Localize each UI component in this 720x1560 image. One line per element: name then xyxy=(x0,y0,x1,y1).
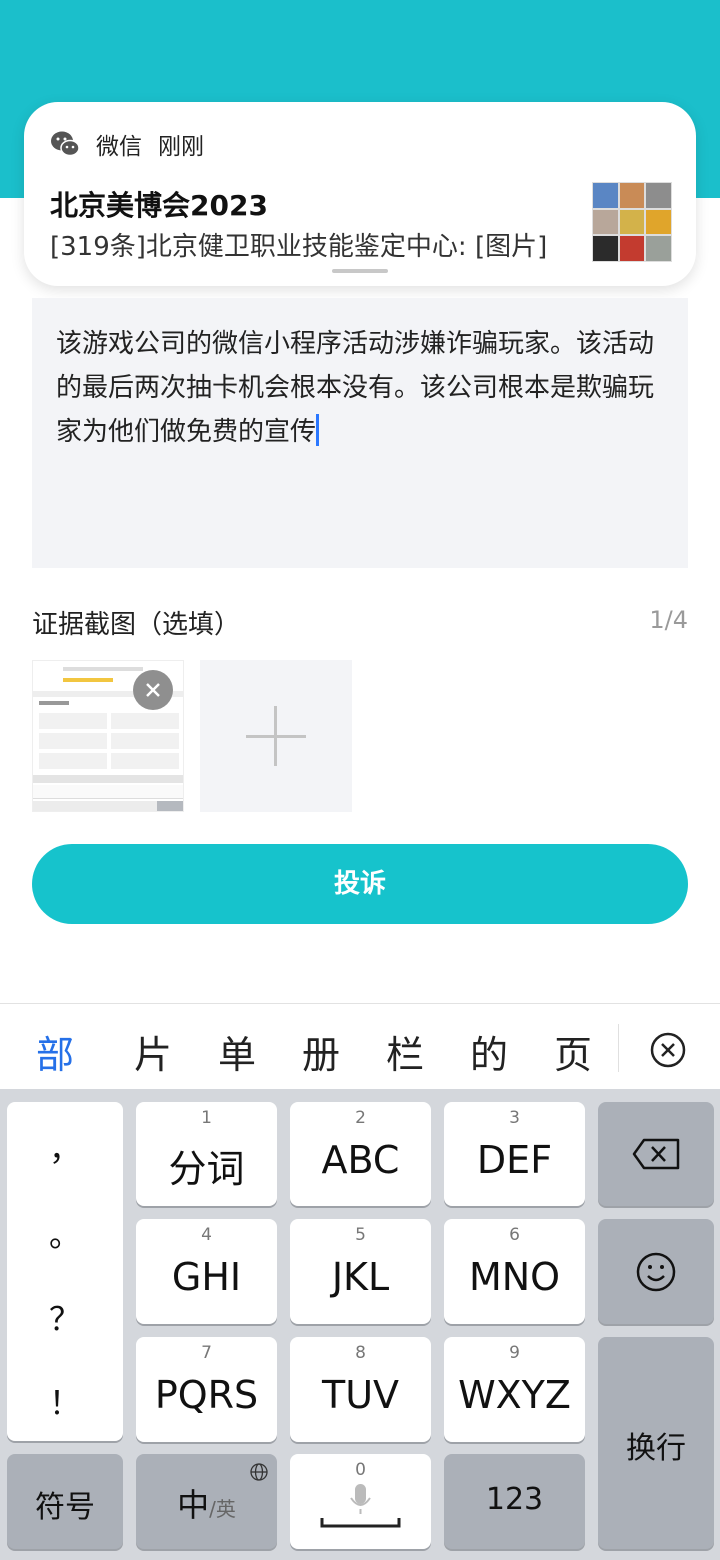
add-screenshot-button[interactable] xyxy=(200,660,352,812)
notification-title: 北京美博会2023 xyxy=(50,189,268,222)
plus-icon-vertical xyxy=(274,706,277,766)
notification-message: [319条]北京健卫职业技能鉴定中心: [图片] xyxy=(50,232,548,262)
complaint-text-area[interactable]: 该游戏公司的微信小程序活动涉嫌诈骗玩家。该活动的最后两次抽卡机会根本没有。该公司… xyxy=(32,298,688,568)
collapse-candidates-icon[interactable] xyxy=(650,1032,686,1068)
key-4[interactable]: 4 GHI xyxy=(136,1219,277,1324)
notification-app-name: 微信 xyxy=(96,134,142,160)
evidence-image-count: 1/4 xyxy=(649,606,688,634)
keyboard: ， 。 ？ ！ 1 分词 2 ABC 3 DEF 4 GHI 5 JKL 6 M… xyxy=(0,1089,720,1560)
enter-key[interactable]: 换行 xyxy=(598,1337,714,1549)
backspace-key[interactable] xyxy=(598,1102,714,1206)
notification-app-row: 微信 刚刚 xyxy=(50,128,204,160)
group-avatar-tile xyxy=(593,236,618,261)
group-avatar-tile xyxy=(619,183,645,208)
lang-main-label: 中 xyxy=(177,1486,210,1524)
punctuation-comma[interactable]: ， xyxy=(7,1124,123,1170)
group-avatar-tile xyxy=(593,209,618,235)
wechat-icon xyxy=(51,131,80,157)
numbers-key[interactable]: 123 xyxy=(444,1454,585,1549)
complaint-text-content: 该游戏公司的微信小程序活动涉嫌诈骗玩家。该活动的最后两次抽卡机会根本没有。该公司… xyxy=(56,329,655,447)
space-key[interactable]: 0 xyxy=(290,1454,431,1549)
key-5[interactable]: 5 JKL xyxy=(290,1219,431,1324)
emoji-key[interactable] xyxy=(598,1219,714,1324)
key-1[interactable]: 1 分词 xyxy=(136,1102,277,1206)
group-avatar-tile xyxy=(646,183,671,208)
close-icon xyxy=(146,683,160,697)
notification-time: 刚刚 xyxy=(158,134,204,160)
smiley-icon xyxy=(636,1252,676,1292)
punctuation-period[interactable]: 。 xyxy=(7,1210,123,1256)
evidence-screenshot-label: 证据截图（选填） xyxy=(32,610,241,640)
backspace-icon xyxy=(632,1138,680,1170)
microphone-icon xyxy=(320,1484,401,1528)
group-avatar-tile xyxy=(619,209,645,235)
language-switch-key[interactable]: 中/英 xyxy=(136,1454,277,1549)
candidate-divider xyxy=(618,1024,619,1072)
group-avatar-tile xyxy=(593,183,618,208)
key-8[interactable]: 8 TUV xyxy=(290,1337,431,1442)
punctuation-question[interactable]: ？ xyxy=(7,1294,123,1340)
candidate-word[interactable]: 的 xyxy=(470,1024,508,1079)
globe-icon xyxy=(250,1463,268,1481)
candidate-word[interactable]: 部 xyxy=(36,1024,74,1079)
punctuation-key-column[interactable]: ， 。 ？ ！ xyxy=(7,1102,123,1441)
key-3[interactable]: 3 DEF xyxy=(444,1102,585,1206)
group-avatar-tile xyxy=(646,209,671,235)
notification-drag-handle[interactable] xyxy=(332,269,388,273)
lang-alt-label: /英 xyxy=(209,1497,236,1521)
key-7[interactable]: 7 PQRS xyxy=(136,1337,277,1442)
candidate-word[interactable]: 单 xyxy=(218,1024,256,1079)
candidate-word[interactable]: 栏 xyxy=(386,1024,424,1079)
group-avatar-tile xyxy=(646,236,671,261)
candidate-word[interactable]: 页 xyxy=(554,1024,592,1079)
text-cursor xyxy=(316,414,320,446)
submit-complaint-button[interactable]: 投诉 xyxy=(32,844,688,924)
key-6[interactable]: 6 MNO xyxy=(444,1219,585,1324)
key-9[interactable]: 9 WXYZ xyxy=(444,1337,585,1442)
group-avatar-tile xyxy=(619,236,645,261)
candidate-word[interactable]: 片 xyxy=(134,1024,172,1079)
ime-candidate-bar: 部 片 单 册 栏 的 页 xyxy=(0,1003,720,1089)
wechat-notification-banner[interactable]: 微信 刚刚 北京美博会2023 [319条]北京健卫职业技能鉴定中心: [图片] xyxy=(24,102,696,286)
punctuation-exclaim[interactable]: ！ xyxy=(7,1378,123,1424)
candidate-word[interactable]: 册 xyxy=(302,1024,340,1079)
key-2[interactable]: 2 ABC xyxy=(290,1102,431,1206)
symbols-key[interactable]: 符号 xyxy=(7,1454,123,1549)
group-avatar xyxy=(592,182,672,262)
remove-screenshot-button[interactable] xyxy=(133,670,173,710)
